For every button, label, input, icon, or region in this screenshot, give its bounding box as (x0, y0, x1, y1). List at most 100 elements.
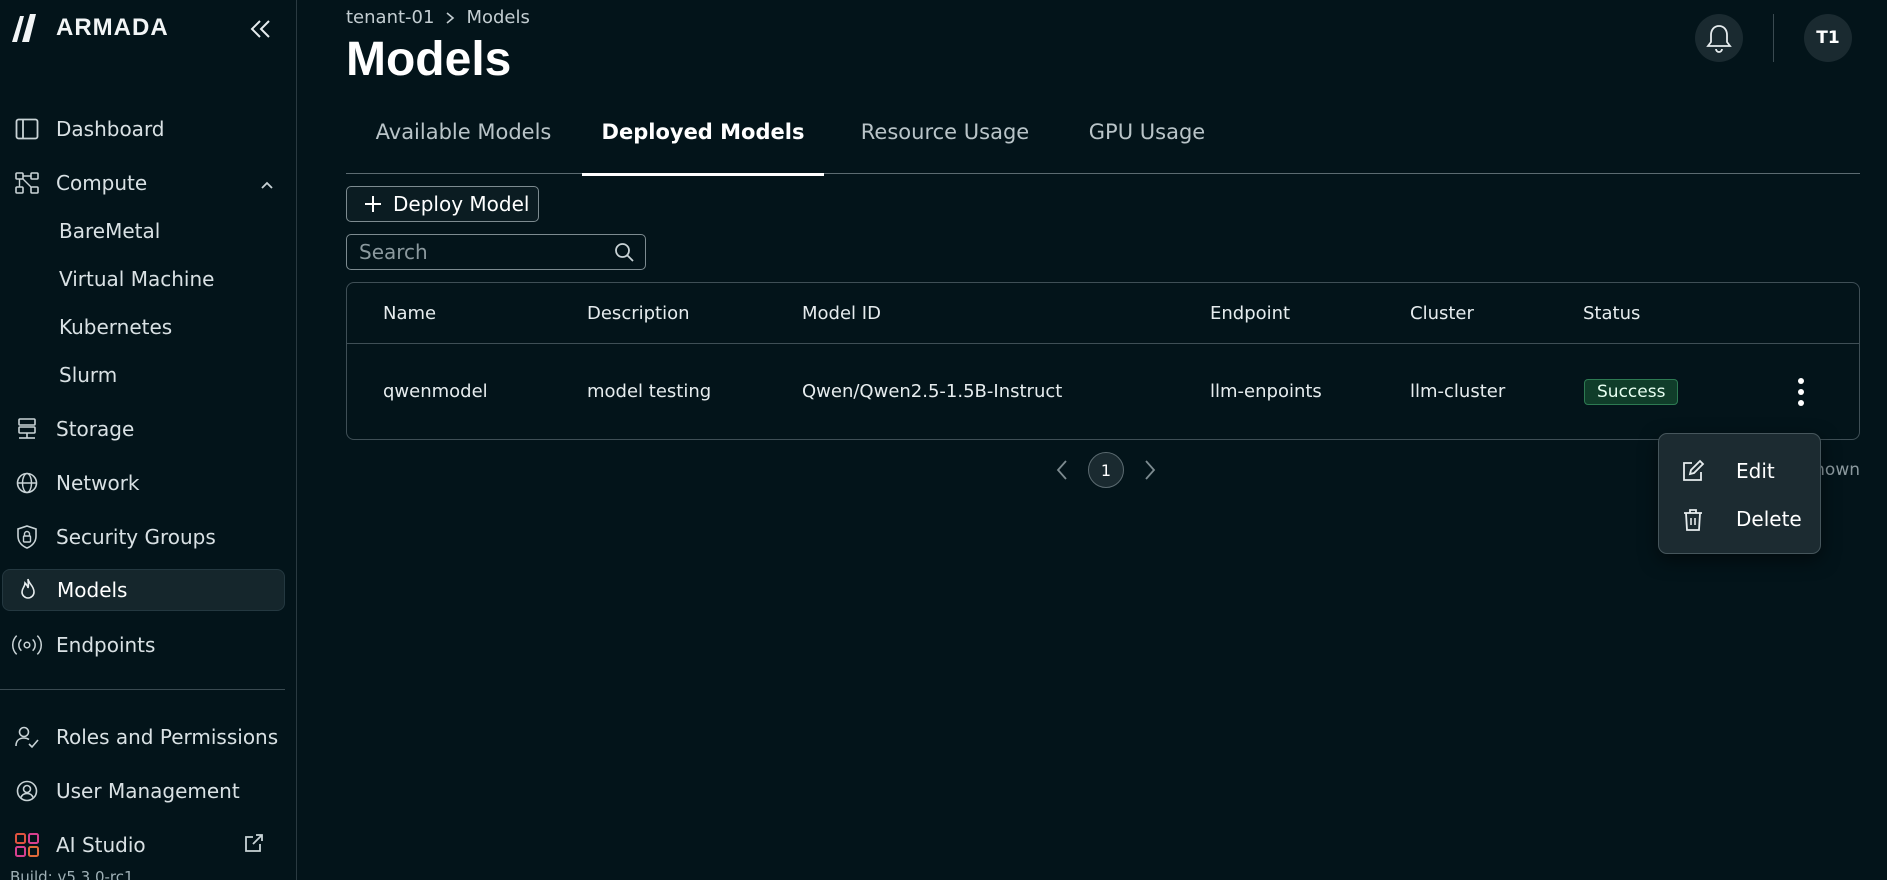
pagination: 1 (1050, 452, 1162, 488)
sidebar-item-label: Endpoints (56, 633, 156, 657)
sidebar-item-kubernetes[interactable]: Kubernetes (0, 306, 285, 348)
globe-icon (12, 468, 42, 498)
sidebar: ARMADA Dashboard Compute BareMetal Virtu… (0, 0, 297, 880)
breadcrumb: tenant-01 Models (346, 7, 530, 28)
sidebar-item-label: Dashboard (56, 117, 165, 141)
column-header-status[interactable]: Status (1583, 303, 1640, 324)
lock-shield-icon (12, 522, 42, 552)
sidebar-item-endpoints[interactable]: Endpoints (0, 624, 285, 666)
status-badge: Success (1584, 379, 1679, 405)
tab-resource-usage[interactable]: Resource Usage (834, 106, 1056, 174)
collapse-sidebar-button[interactable] (246, 14, 276, 44)
column-header-name[interactable]: Name (383, 303, 436, 324)
column-header-model-id[interactable]: Model ID (802, 303, 881, 324)
tabs: Available Models Deployed Models Resourc… (346, 106, 1860, 176)
compute-icon (12, 168, 42, 198)
sidebar-divider (0, 689, 285, 690)
tab-available-models[interactable]: Available Models (346, 106, 581, 174)
sidebar-item-label: Roles and Permissions (56, 725, 279, 749)
cell-model-id: Qwen/Qwen2.5-1.5B-Instruct (802, 381, 1063, 402)
sidebar-item-label: Security Groups (56, 525, 216, 549)
storage-icon (12, 414, 42, 444)
sidebar-item-label: User Management (56, 779, 240, 803)
flame-icon (13, 575, 43, 605)
prev-page-button[interactable] (1050, 452, 1074, 488)
avatar[interactable]: T1 (1804, 14, 1852, 62)
sidebar-item-label: Compute (56, 171, 148, 195)
rows-shown-text: hown (1814, 460, 1860, 480)
sidebar-item-baremetal[interactable]: BareMetal (0, 210, 285, 252)
edit-icon (1681, 459, 1705, 488)
sidebar-item-label: Network (56, 471, 140, 495)
broadcast-icon (12, 630, 42, 660)
header-divider (1773, 14, 1774, 62)
double-chevron-left-icon (250, 20, 270, 38)
cell-cluster: llm-cluster (1410, 381, 1506, 402)
search-icon[interactable] (613, 241, 635, 267)
brand-logo[interactable]: ARMADA (10, 12, 169, 44)
sidebar-item-label: Kubernetes (59, 315, 173, 339)
grid-icon (12, 830, 42, 860)
sidebar-item-virtual-machine[interactable]: Virtual Machine (0, 258, 285, 300)
build-version: Build: v5.3.0-rc1 (10, 868, 134, 880)
brand-name: ARMADA (56, 14, 169, 41)
row-actions-menu: Edit Delete (1658, 433, 1821, 554)
sidebar-item-security-groups[interactable]: Security Groups (0, 516, 285, 558)
sidebar-item-slurm[interactable]: Slurm (0, 354, 285, 396)
breadcrumb-item-tenant[interactable]: tenant-01 (346, 7, 434, 28)
chevron-right-icon (446, 11, 455, 24)
tab-deployed-models[interactable]: Deployed Models (582, 106, 824, 176)
sidebar-item-label: BareMetal (59, 219, 161, 243)
chevron-up-icon (259, 174, 275, 198)
sidebar-item-compute[interactable]: Compute (0, 162, 285, 204)
page-title: Models (346, 33, 512, 86)
chevron-right-icon (1145, 460, 1156, 480)
menu-item-label: Edit (1736, 459, 1775, 483)
kebab-dot (1798, 389, 1804, 395)
sidebar-item-label: AI Studio (56, 833, 146, 857)
breadcrumb-item-models: Models (466, 7, 530, 28)
deploy-model-button[interactable]: Deploy Model (346, 186, 539, 222)
column-header-description[interactable]: Description (587, 303, 690, 324)
menu-item-edit[interactable]: Edit (1659, 448, 1820, 494)
sidebar-item-dashboard[interactable]: Dashboard (0, 108, 285, 150)
cell-description: model testing (587, 381, 712, 402)
deploy-model-label: Deploy Model (393, 192, 530, 216)
search-box (346, 234, 646, 270)
tab-gpu-usage[interactable]: GPU Usage (1056, 106, 1238, 174)
plus-icon (365, 196, 381, 212)
notifications-button[interactable] (1695, 14, 1743, 62)
sidebar-item-label: Models (57, 578, 128, 602)
sidebar-item-models[interactable]: Models (2, 569, 285, 611)
user-check-icon (12, 722, 42, 752)
column-header-cluster[interactable]: Cluster (1410, 303, 1474, 324)
next-page-button[interactable] (1138, 452, 1162, 488)
sidebar-item-network[interactable]: Network (0, 462, 285, 504)
kebab-dot (1798, 400, 1804, 406)
dashboard-icon (12, 114, 42, 144)
menu-item-label: Delete (1736, 507, 1802, 531)
sidebar-item-label: Slurm (59, 363, 118, 387)
row-actions-button[interactable] (1789, 375, 1813, 409)
sidebar-item-storage[interactable]: Storage (0, 408, 285, 450)
sidebar-item-label: Virtual Machine (59, 267, 215, 291)
search-input[interactable] (359, 235, 599, 269)
cell-endpoint: llm-enpoints (1210, 381, 1322, 402)
kebab-dot (1798, 378, 1804, 384)
sidebar-item-roles-permissions[interactable]: Roles and Permissions (0, 716, 285, 758)
menu-item-delete[interactable]: Delete (1659, 496, 1820, 542)
armada-logo-icon (12, 14, 36, 42)
table-header: Name Description Model ID Endpoint Clust… (347, 283, 1859, 344)
sidebar-item-label: Storage (56, 417, 135, 441)
chevron-left-icon (1056, 460, 1067, 480)
user-circle-icon (12, 776, 42, 806)
bell-icon (1706, 25, 1732, 53)
sidebar-item-ai-studio[interactable]: AI Studio (0, 824, 285, 866)
cell-name: qwenmodel (383, 381, 488, 402)
trash-icon (1681, 507, 1705, 538)
external-link-icon[interactable] (243, 832, 265, 859)
page-number[interactable]: 1 (1088, 452, 1124, 488)
column-header-endpoint[interactable]: Endpoint (1210, 303, 1290, 324)
models-table: Name Description Model ID Endpoint Clust… (346, 282, 1860, 440)
sidebar-item-user-management[interactable]: User Management (0, 770, 285, 812)
